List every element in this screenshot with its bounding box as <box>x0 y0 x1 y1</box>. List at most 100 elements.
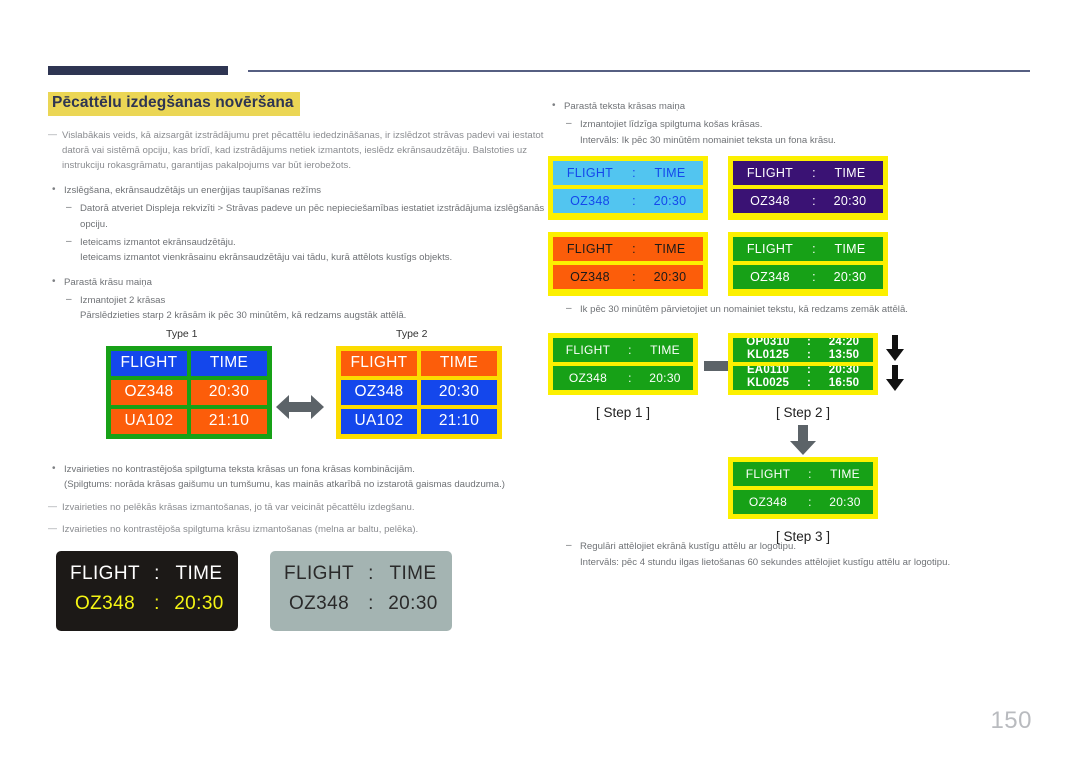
board-scroll-row-2: EA0110 : 20:30 KL0025 : 16:50 <box>733 366 873 391</box>
down-arrow-icon-2 <box>886 365 904 392</box>
cell-time-2: 21:10 <box>191 408 267 434</box>
cell-time-1: 20:30 <box>421 379 497 405</box>
data-time: 13:50 <box>828 349 860 362</box>
data-time: 16:50 <box>828 377 860 390</box>
header-accent-bar <box>48 66 228 75</box>
type-comparison-figure: Type 1 Type 2 FLIGHT TIME OZ348 20:30 UA… <box>48 328 548 458</box>
document-page: Pēcattēlu izdegšanas novēršana Vislabāka… <box>0 0 1080 763</box>
header-time: TIME <box>834 166 866 181</box>
dash-avoid-bw: Izvairieties no kontrastējoša spilgtuma … <box>48 521 548 537</box>
board-header-row: FLIGHT : TIME <box>733 462 873 487</box>
data-separator: : <box>808 495 812 510</box>
table-row: OZ348 20:30 <box>341 379 497 405</box>
board-header-row: FLIGHT : TIME <box>733 237 883 262</box>
sub-move-text: Ik pēc 30 minūtēm pārvietojiet un nomain… <box>564 301 1034 317</box>
flight-board-black: FLIGHT : TIME OZ348 : 20:30 <box>56 550 238 631</box>
header-flight: FLIGHT <box>746 166 794 181</box>
data-time: 20:30 <box>653 194 687 209</box>
cell-flight-2: UA102 <box>341 408 417 434</box>
color-variants-figure: FLIGHT : TIME OZ348 : 20:30 FLIGHT : TIM… <box>548 156 888 297</box>
header-flight: FLIGHT <box>565 343 611 358</box>
data-separator: : <box>812 270 816 285</box>
left-column: Pēcattēlu izdegšanas novēršana Vislabāka… <box>48 92 548 647</box>
sub-display-properties: Datorā atveriet Displeja rekvizīti > Str… <box>64 200 548 232</box>
data-time: 20:30 <box>833 270 867 285</box>
step1-board: FLIGHT : TIME OZ348 : 20:30 <box>548 333 698 396</box>
sub-screensaver: Ieteicams izmantot ekrānsaudzētāju. <box>64 234 548 250</box>
header-time: TIME <box>830 467 860 482</box>
step-flow-figure: FLIGHT : TIME OZ348 : 20:30 [ Step 1 ] O… <box>548 325 1018 555</box>
board-scroll-row-1: OP0310 : 24:20 KL0125 : 13:50 <box>733 338 873 363</box>
board-header-row: FLIGHT : TIME <box>270 563 452 593</box>
data-separator: : <box>154 592 160 614</box>
board-data-row: OZ348 : 20:30 <box>733 189 883 214</box>
cell-time-2: 21:10 <box>421 408 497 434</box>
data-time: 20:30 <box>829 495 861 510</box>
cell-header-flight: FLIGHT <box>111 350 187 376</box>
header-time: TIME <box>175 562 223 584</box>
color-board-purple: FLIGHT : TIME OZ348 : 20:30 <box>728 156 888 221</box>
data-flight: OZ348 <box>750 194 790 209</box>
scroll-line-bottom: KL0125 : 13:50 <box>733 349 873 362</box>
step2-label: [ Step 2 ] <box>775 405 831 421</box>
data-flight: OZ348 <box>570 270 610 285</box>
header-separator: : <box>632 166 636 181</box>
step1-label: [ Step 1 ] <box>595 405 651 421</box>
cell-header-flight: FLIGHT <box>341 350 417 376</box>
flight-board-gray: FLIGHT : TIME OZ348 : 20:30 <box>270 550 452 631</box>
cell-flight-1: OZ348 <box>111 379 187 405</box>
cell-flight-2: UA102 <box>111 408 187 434</box>
data-separator: : <box>806 377 812 390</box>
sub-two-colors: Izmantojiet 2 krāsas <box>64 292 548 308</box>
data-separator: : <box>806 349 812 362</box>
data-separator: : <box>632 270 636 285</box>
header-time: TIME <box>654 242 686 257</box>
header-time: TIME <box>650 343 680 358</box>
header-time: TIME <box>834 242 866 257</box>
board-header-row: FLIGHT : TIME <box>553 161 703 186</box>
board-header-row: FLIGHT : TIME <box>56 563 238 593</box>
bullet-color-change: Parastā krāsu maiņa <box>48 274 548 290</box>
board-data-row: OZ348 : 20:30 <box>553 265 703 290</box>
board-data-row: OZ348 : 20:30 <box>733 490 873 515</box>
sub-bright-colors-interval: Intervāls: Ik pēc 30 minūtēm nomainiet t… <box>580 134 836 146</box>
board-data-row: OZ348 : 20:30 <box>270 593 452 623</box>
board-data-row: OZ348 : 20:30 <box>553 366 693 391</box>
header-flight: FLIGHT <box>746 242 794 257</box>
header-time: TIME <box>654 166 686 181</box>
board-data-row: OZ348 : 20:30 <box>56 593 238 623</box>
data-time: 20:30 <box>833 194 867 209</box>
monochrome-boards-figure: FLIGHT : TIME OZ348 : 20:30 FLIGHT : TIM… <box>48 550 548 647</box>
intro-paragraph: Vislabākais veids, kā aizsargāt izstrādā… <box>48 127 548 173</box>
data-flight: OZ348 <box>568 371 608 386</box>
cell-flight-1: OZ348 <box>341 379 417 405</box>
data-flight: KL0025 <box>746 377 790 390</box>
dash-avoid-gray: Izvairieties no pelēkās krāsas izmantoša… <box>48 498 548 515</box>
data-flight: OZ348 <box>748 495 788 510</box>
color-board-cyan: FLIGHT : TIME OZ348 : 20:30 <box>548 156 708 221</box>
table-row: FLIGHT TIME <box>111 350 267 376</box>
step3-board: FLIGHT : TIME OZ348 : 20:30 <box>728 457 878 520</box>
bullet-avoid-contrast-detail: (Spilgtums: norāda krāsas gaišumu un tum… <box>64 479 505 491</box>
bidirectional-arrow-icon <box>276 394 324 419</box>
header-time: TIME <box>389 562 437 584</box>
bullet-power-saving: Izslēgšana, ekrānsaudzētājs un enerģijas… <box>48 182 548 198</box>
header-flight: FLIGHT <box>70 562 140 584</box>
down-arrow-icon-1 <box>886 335 904 362</box>
data-flight: OP0310 <box>746 338 790 349</box>
data-separator: : <box>632 194 636 209</box>
color-board-green: FLIGHT : TIME OZ348 : 20:30 <box>728 232 888 297</box>
bullet-avoid-contrast: Izvairieties no kontrastējoša spilgtuma … <box>48 461 548 477</box>
data-separator: : <box>812 194 816 209</box>
header-flight: FLIGHT <box>284 562 354 584</box>
cell-header-time: TIME <box>421 350 497 376</box>
data-flight: OZ348 <box>74 592 136 614</box>
data-flight: EA0110 <box>746 366 790 377</box>
header-flight: FLIGHT <box>566 242 614 257</box>
table-row: FLIGHT TIME <box>341 350 497 376</box>
sub-moving-logo: Regulāri attēlojiet ekrānā kustīgu attēl… <box>564 538 1034 554</box>
data-time: 20:30 <box>828 366 860 377</box>
flight-board-type2: FLIGHT TIME OZ348 20:30 UA102 21:10 <box>336 345 502 439</box>
flight-board-type1: FLIGHT TIME OZ348 20:30 UA102 21:10 <box>106 345 272 439</box>
data-separator: : <box>368 592 374 614</box>
